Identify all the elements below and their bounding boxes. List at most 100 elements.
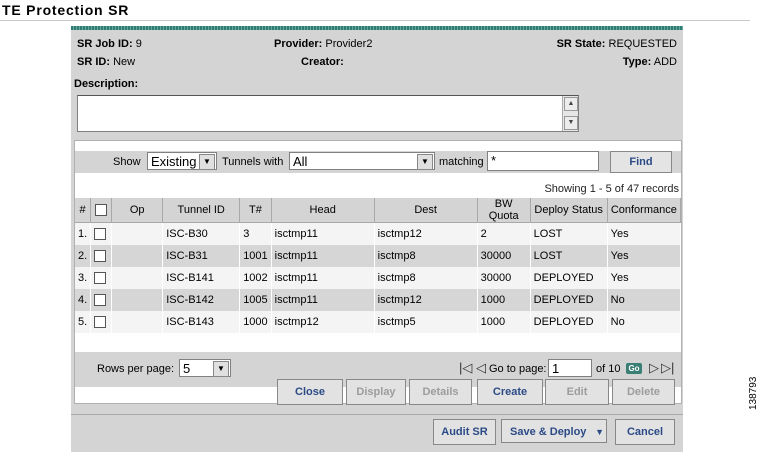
first-page-icon[interactable]: |◁	[459, 360, 472, 376]
row-head: isctmp11	[271, 289, 375, 311]
scroll-down-icon[interactable]: ▼	[564, 116, 578, 130]
row-t-number: 1001	[239, 245, 272, 267]
row-dest: isctmp8	[374, 267, 478, 289]
dropdown-arrow-icon: ▼	[199, 154, 215, 170]
close-button[interactable]: Close	[277, 379, 343, 405]
row-dest: isctmp12	[374, 289, 478, 311]
row-op	[111, 267, 164, 289]
row-t-number: 1005	[239, 289, 272, 311]
sr-id-value: New	[113, 56, 136, 68]
description-scrollbar[interactable]: ▲ ▼	[562, 96, 578, 131]
records-count: Showing 1 - 5 of 47 records	[544, 183, 679, 195]
audit-sr-button[interactable]: Audit SR	[433, 419, 496, 445]
table-row[interactable]: 3. ISC-B141 1002 isctmp11 isctmp8 30000 …	[75, 267, 682, 289]
col-header-op[interactable]: Op	[111, 198, 164, 223]
row-t-number: 1000	[239, 311, 272, 333]
row-select	[90, 311, 113, 333]
col-header-select	[90, 198, 113, 223]
select-all-checkbox[interactable]	[95, 204, 108, 217]
delete-button[interactable]: Delete	[612, 379, 675, 405]
figure-number: 138793	[748, 376, 759, 410]
col-header-conformance[interactable]: Conformance	[607, 198, 682, 223]
page-number-input[interactable]: 1	[548, 359, 592, 377]
row-op	[111, 222, 164, 245]
scroll-up-icon[interactable]: ▲	[564, 97, 578, 111]
row-checkbox[interactable]	[94, 294, 107, 307]
sr-state-value: REQUESTED	[608, 38, 677, 50]
show-select[interactable]: Existing ▼	[147, 152, 217, 170]
prev-page-icon[interactable]: ◁	[476, 360, 486, 376]
table-row[interactable]: 2. ISC-B31 1001 isctmp11 isctmp8 30000 L…	[75, 245, 682, 267]
table-row[interactable]: 5. ISC-B143 1000 isctmp12 isctmp5 1000 D…	[75, 311, 682, 333]
col-header-tunnel-id[interactable]: Tunnel ID	[162, 198, 241, 223]
description-label: Description:	[74, 78, 139, 90]
job-id-value: 9	[135, 38, 142, 50]
row-deploy-status: DEPLOYED	[530, 267, 608, 289]
next-page-icon[interactable]: ▷	[649, 360, 659, 376]
cancel-button[interactable]: Cancel	[615, 419, 675, 445]
row-tunnel-id: ISC-B143	[162, 311, 241, 333]
row-number: 3.	[75, 267, 92, 289]
col-header-t-number[interactable]: T#	[239, 198, 272, 223]
chevron-down-icon[interactable]: ▼	[595, 420, 604, 444]
row-dest: isctmp5	[374, 311, 478, 333]
tunnels-select[interactable]: All ▼	[289, 152, 435, 170]
row-checkbox[interactable]	[94, 228, 107, 241]
col-header-dest[interactable]: Dest	[374, 198, 478, 223]
sr-id-field: SR ID: New	[77, 56, 135, 68]
creator-label: Creator:	[301, 56, 344, 68]
type-value: ADD	[653, 56, 677, 68]
row-deploy-status: DEPLOYED	[530, 311, 608, 333]
description-textarea[interactable]: ▲ ▼	[77, 95, 579, 132]
display-button[interactable]: Display	[346, 379, 406, 405]
page-title: TE Protection SR	[2, 2, 130, 18]
tunnel-table: # Op Tunnel ID T# Head Dest BW Quota Dep…	[75, 198, 682, 333]
find-button[interactable]: Find	[610, 151, 672, 173]
row-deploy-status: LOST	[530, 222, 608, 245]
row-head: isctmp11	[271, 245, 375, 267]
col-header-deploy-status[interactable]: Deploy Status	[530, 198, 608, 223]
show-select-value: Existing	[151, 154, 197, 169]
row-checkbox[interactable]	[94, 250, 107, 263]
row-checkbox[interactable]	[94, 272, 107, 285]
matching-input[interactable]: *	[487, 151, 599, 171]
create-button[interactable]: Create	[477, 379, 543, 405]
row-select	[90, 289, 113, 311]
rows-per-page-value: 5	[183, 361, 191, 376]
provider-label: Provider:	[274, 38, 323, 50]
save-deploy-label: Save & Deploy	[510, 426, 587, 438]
details-button[interactable]: Details	[409, 379, 472, 405]
edit-button[interactable]: Edit	[545, 379, 609, 405]
row-t-number: 3	[239, 222, 272, 245]
row-number: 4.	[75, 289, 92, 311]
tunnel-list-section: Show Existing ▼ Tunnels with All ▼ match…	[74, 140, 682, 404]
col-header-bw-quota[interactable]: BW Quota	[477, 198, 531, 223]
go-button[interactable]: Go	[626, 363, 642, 374]
header-accent-bar	[71, 26, 683, 30]
type-label: Type:	[622, 56, 652, 68]
rows-per-page-label: Rows per page:	[97, 363, 175, 375]
tunnels-with-label: Tunnels with	[222, 156, 284, 168]
last-page-icon[interactable]: ▷|	[661, 360, 674, 376]
save-deploy-button[interactable]: Save & Deploy ▼	[501, 419, 607, 443]
matching-label: matching	[439, 156, 484, 168]
row-bw-quota: 1000	[477, 289, 531, 311]
page-count-text: of 10	[596, 363, 621, 375]
row-deploy-status: DEPLOYED	[530, 289, 608, 311]
row-bw-quota: 2	[477, 222, 531, 245]
row-dest: isctmp8	[374, 245, 478, 267]
row-checkbox[interactable]	[94, 316, 107, 329]
row-conformance: Yes	[607, 245, 682, 267]
row-deploy-status: LOST	[530, 245, 608, 267]
table-row[interactable]: 1. ISC-B30 3 isctmp11 isctmp12 2 LOST Ye…	[75, 222, 682, 245]
row-select	[90, 267, 113, 289]
rows-per-page-select[interactable]: 5 ▼	[179, 359, 231, 377]
dropdown-arrow-icon: ▼	[213, 361, 229, 377]
row-conformance: Yes	[607, 222, 682, 245]
col-header-head[interactable]: Head	[271, 198, 375, 223]
row-head: isctmp11	[271, 222, 375, 245]
row-number: 5.	[75, 311, 92, 333]
table-row[interactable]: 4. ISC-B142 1005 isctmp11 isctmp12 1000 …	[75, 289, 682, 311]
matching-value: *	[491, 153, 497, 168]
row-op	[111, 289, 164, 311]
